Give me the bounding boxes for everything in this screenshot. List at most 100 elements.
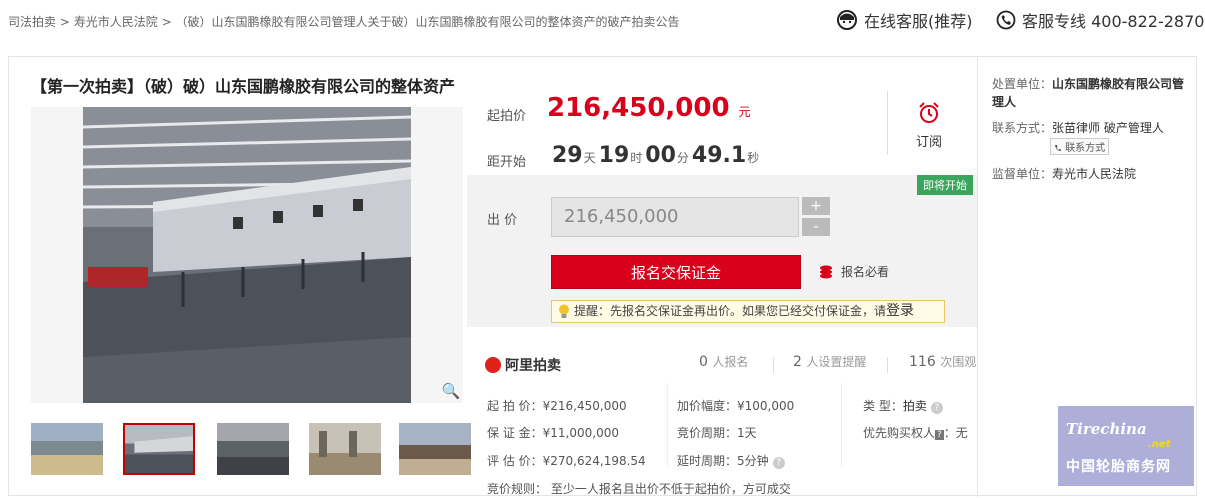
views-stat: 116 次围观 — [909, 353, 976, 370]
phone-icon — [996, 10, 1016, 30]
start-price-label: 起拍价 — [487, 109, 527, 124]
auction-main-panel: 【第一次拍卖】（破）破）山东国鹏橡胶有限公司的整体资产 🔍 起拍价 216,45… — [8, 56, 1197, 497]
subscribe-label: 订阅 — [915, 135, 942, 150]
countdown-days-unit: 天 — [583, 151, 596, 165]
countdown: 29天 19时 00分 49.1秒 — [552, 143, 762, 168]
ali-auction-brand: 阿里拍卖 — [505, 358, 561, 374]
countdown-seconds: 49.1 — [691, 143, 747, 168]
detail-type: 类 型：拍卖? — [863, 397, 943, 414]
thumbnail-4[interactable] — [309, 423, 381, 475]
contact-info: 联系方式：张苗律师 破产管理人 — [992, 119, 1164, 136]
decrease-bid-button[interactable]: - — [802, 218, 830, 236]
detail-start-price: 起 拍 价：¥216,450,000 — [487, 399, 627, 413]
disposal-unit-label: 处置单位： — [992, 77, 1053, 91]
start-price: 216,450,000 元 — [547, 93, 751, 123]
thumbnail-1[interactable] — [31, 423, 103, 475]
breadcrumb-separator: > — [161, 15, 172, 29]
signups-count: 0 — [699, 354, 708, 370]
contact-label: 联系方式： — [992, 121, 1053, 135]
detail-priority: 优先购买权人? ：无 — [863, 424, 968, 441]
help-icon[interactable]: ? — [930, 402, 943, 414]
increase-bid-button[interactable]: + — [802, 197, 830, 215]
reminders-count: 2 — [793, 354, 802, 370]
contact-button[interactable]: 联系方式 — [1050, 138, 1110, 155]
supervisor-unit: 监督单位：寿光市人民法院 — [992, 165, 1136, 182]
login-link[interactable]: 登录 — [886, 303, 914, 319]
start-price-value: 216,450,000 — [547, 93, 730, 123]
watermark-cn: 中国轮胎商务网 — [1066, 459, 1171, 475]
main-photo[interactable]: 🔍 — [31, 107, 463, 403]
thumbnail-2[interactable] — [123, 423, 195, 475]
coins-icon — [820, 265, 832, 278]
help-icon[interactable]: ? — [772, 457, 785, 469]
deposit-reminder: 提醒：先报名交保证金再出价。如果您已经交付保证金，请登录 — [551, 300, 945, 323]
views-count: 116 — [909, 354, 936, 370]
detail-deposit: 保 证 金：¥11,000,000 — [487, 426, 619, 440]
subscribe-button[interactable]: 订阅 — [907, 101, 951, 150]
disposal-unit: 处置单位：山东国鹏橡胶有限公司管理人 — [992, 75, 1192, 111]
bid-amount-input[interactable]: 216,450,000 — [551, 197, 799, 237]
phone-icon — [1055, 145, 1061, 151]
detail-extension-text: 延时周期：5分钟 — [677, 454, 769, 468]
breadcrumb: 司法拍卖 > 寿光市人民法院 > （破）山东国鹏橡胶有限公司管理人关于破）山东国… — [8, 13, 679, 30]
alarm-clock-icon — [919, 102, 939, 123]
online-service-label: 在线客服(推荐) — [864, 12, 973, 31]
detail-priority-label: 优先购买权人 — [863, 426, 936, 440]
countdown-minutes: 00 — [645, 143, 676, 168]
detail-priority-value: ：无 — [943, 426, 968, 440]
supervisor-value: 寿光市人民法院 — [1052, 167, 1137, 181]
priority-info-badge[interactable]: ? — [935, 430, 944, 440]
detail-extension: 延时周期：5分钟? — [677, 452, 785, 469]
countdown-seconds-unit: 秒 — [747, 151, 760, 165]
ali-auction-logo: 阿里拍卖 — [485, 355, 561, 375]
breadcrumb-item-notice[interactable]: （破）山东国鹏橡胶有限公司管理人关于破）山东国鹏橡胶有限公司的整体资产的破产拍卖… — [175, 15, 679, 29]
reminders-label: 人设置提醒 — [806, 355, 867, 369]
contact-button-label: 联系方式 — [1065, 143, 1106, 154]
detail-valuation: 评 估 价：¥270,624,198.54 — [487, 454, 646, 468]
price-panel: 起拍价 216,450,000 元 距开始 29天 19时 00分 49.1秒 订阅 … — [467, 83, 977, 496]
watermark-suffix: .net — [1148, 439, 1171, 450]
detail-type-label: 类 型： — [863, 399, 903, 413]
register-deposit-button[interactable]: 报名交保证金 — [551, 255, 801, 289]
status-badge: 即将开始 — [917, 175, 973, 195]
thumbnail-strip — [31, 423, 471, 479]
divider — [887, 357, 888, 373]
contact-chip[interactable]: 联系方式 — [1050, 135, 1110, 155]
countdown-minutes-unit: 分 — [676, 151, 689, 165]
watermark-brand: Tirechina — [1066, 420, 1147, 438]
hotline: 客服专线 400-822-2870 — [996, 8, 1204, 32]
breadcrumb-item-judicial-auction[interactable]: 司法拍卖 — [8, 15, 56, 29]
registration-guide-link[interactable]: 报名必看 — [819, 263, 889, 280]
detail-cycle: 竞价周期：1天 — [677, 426, 757, 440]
currency-unit: 元 — [738, 105, 751, 119]
countdown-label: 距开始 — [487, 155, 527, 170]
detail-type-value: 拍卖 — [902, 399, 927, 413]
online-service-link[interactable]: 在线客服(推荐) — [836, 8, 973, 32]
detail-increment: 加价幅度：¥100,000 — [677, 399, 795, 413]
countdown-days: 29 — [552, 143, 583, 168]
bid-area: 即将开始 出 价 216,450,000 + - 报名交保证金 报名必看 提醒：… — [467, 175, 977, 327]
warehouse-image — [83, 107, 411, 403]
divider — [841, 383, 842, 467]
ali-auction-icon — [485, 357, 501, 373]
watermark-logo: Tirechina .net 中国轮胎商务网 — [1058, 406, 1194, 486]
thumbnail-3[interactable] — [217, 423, 289, 475]
bidding-rule: 竞价规则： 至少一人报名且出价不低于起拍价，方可成交 — [487, 482, 791, 496]
reminder-text: 提醒：先报名交保证金再出价。如果您已经交付保证金，请 — [574, 304, 887, 318]
thumbnail-5[interactable] — [399, 423, 471, 475]
countdown-hours-unit: 时 — [630, 151, 643, 165]
bid-label: 出 价 — [487, 213, 518, 228]
hotline-label: 客服专线 400-822-2870 — [1022, 12, 1205, 31]
signups-label: 人报名 — [712, 355, 749, 369]
breadcrumb-item-court[interactable]: 寿光市人民法院 — [74, 15, 158, 29]
lightbulb-icon — [559, 304, 569, 318]
top-bar: 司法拍卖 > 寿光市人民法院 > （破）山东国鹏橡胶有限公司管理人关于破）山东国… — [0, 0, 1205, 44]
zoom-icon[interactable]: 🔍 — [441, 381, 461, 401]
reminders-stat: 2 人设置提醒 — [793, 353, 866, 370]
registration-guide-label: 报名必看 — [841, 265, 890, 279]
auction-title: 【第一次拍卖】（破）破）山东国鹏橡胶有限公司的整体资产 — [31, 77, 456, 96]
signups-stat: 0 人报名 — [699, 353, 748, 370]
divider — [773, 357, 774, 373]
divider — [887, 91, 888, 155]
supervisor-label: 监督单位： — [992, 167, 1053, 181]
